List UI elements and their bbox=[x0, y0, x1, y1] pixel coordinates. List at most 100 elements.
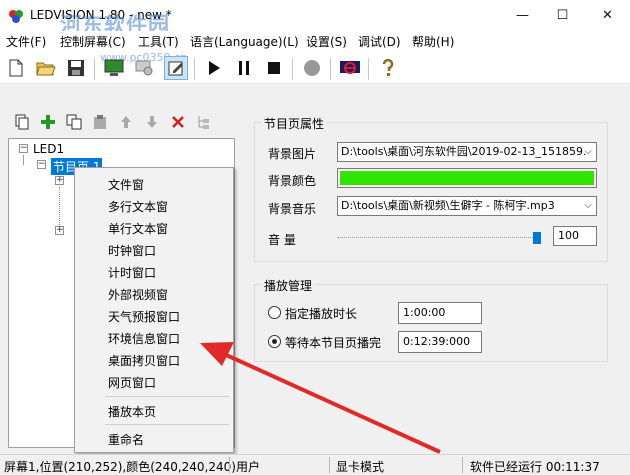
paste-button[interactable] bbox=[90, 112, 110, 132]
bg-music-label: 背景音乐 bbox=[268, 202, 317, 216]
tree-line bbox=[59, 187, 60, 227]
ctx-single-line-text-window[interactable]: 单行文本窗 bbox=[108, 220, 168, 237]
edit-icon bbox=[168, 61, 183, 76]
bg-image-label: 背景图片 bbox=[268, 147, 317, 161]
menu-help[interactable]: 帮助(H) bbox=[412, 33, 454, 50]
tree-expander-child[interactable]: + bbox=[55, 176, 64, 185]
menu-file[interactable]: 文件(F) bbox=[6, 33, 46, 50]
edit-button[interactable] bbox=[164, 56, 188, 80]
volume-track bbox=[337, 237, 541, 239]
bg-music-select[interactable]: D:\tools\桌面\新视频\生僻字 - 陈柯宇.mp3 ⌵ bbox=[337, 196, 597, 216]
add-button[interactable] bbox=[38, 112, 58, 132]
pause-icon bbox=[239, 61, 249, 75]
volume-label: 音 量 bbox=[268, 233, 296, 247]
tree-expander-page[interactable]: − bbox=[37, 160, 46, 169]
new-page-icon bbox=[15, 114, 29, 130]
volume-slider[interactable] bbox=[337, 232, 545, 244]
help-button[interactable] bbox=[376, 56, 400, 80]
volume-input[interactable]: 100 bbox=[553, 226, 597, 246]
ctx-desktop-copy-window[interactable]: 桌面拷贝窗口 bbox=[108, 352, 180, 369]
paste-icon bbox=[94, 115, 106, 129]
ctx-timer-window[interactable]: 计时窗口 bbox=[108, 264, 156, 281]
monitor-off-button[interactable] bbox=[338, 56, 362, 80]
record-icon bbox=[304, 60, 320, 76]
ctx-clock-window[interactable]: 时钟窗口 bbox=[108, 242, 156, 259]
volume-thumb[interactable] bbox=[533, 232, 541, 244]
tree-node-led1[interactable]: LED1 bbox=[33, 142, 64, 156]
stop-icon bbox=[268, 62, 280, 74]
save-button[interactable] bbox=[64, 56, 88, 80]
bg-color-swatch[interactable] bbox=[337, 168, 597, 188]
annotation-arrow-icon bbox=[200, 342, 441, 454]
toolbar-separator bbox=[94, 58, 95, 80]
screen-button[interactable] bbox=[102, 56, 126, 80]
tree-expander-root[interactable]: − bbox=[19, 144, 28, 153]
ctx-environment-window[interactable]: 环境信息窗口 bbox=[108, 330, 180, 347]
copy-icon bbox=[66, 114, 82, 130]
bg-music-value: D:\tools\桌面\新视频\生僻字 - 陈柯宇.mp3 bbox=[341, 199, 555, 212]
tree-toolbar bbox=[8, 112, 218, 134]
menu-settings[interactable]: 设置(S) bbox=[306, 33, 347, 50]
ctx-rename[interactable]: 重命名 bbox=[108, 431, 144, 448]
playback-title: 播放管理 bbox=[261, 277, 316, 294]
copy-button[interactable] bbox=[64, 112, 84, 132]
close-button[interactable]: ✕ bbox=[585, 0, 630, 31]
ctx-weather-window[interactable]: 天气预报窗口 bbox=[108, 308, 180, 325]
tree-structure-icon bbox=[198, 116, 209, 129]
duration-input[interactable]: 1:00:00 bbox=[398, 302, 482, 324]
menu-control-screen[interactable]: 控制屏幕(C) bbox=[60, 33, 126, 50]
bg-image-select[interactable]: D:\tools\桌面\河东软件园\2019-02-13_151859. ⌵ bbox=[337, 142, 597, 162]
bg-color-fill bbox=[340, 171, 594, 185]
record-button[interactable] bbox=[300, 56, 324, 80]
menu-language[interactable]: 语言(Language)(L) bbox=[190, 33, 299, 50]
status-runtime: 软件已经运行 00:11:37 bbox=[470, 460, 600, 474]
main-toolbar: www.pc0359.cn bbox=[0, 51, 630, 84]
ctx-multiline-text-window[interactable]: 多行文本窗 bbox=[108, 198, 168, 215]
tree-line bbox=[23, 155, 24, 165]
screen-settings-button[interactable] bbox=[132, 56, 156, 80]
pause-button[interactable] bbox=[232, 56, 256, 80]
move-up-icon bbox=[121, 116, 131, 128]
add-icon bbox=[41, 115, 55, 129]
tree-structure-button[interactable] bbox=[194, 112, 214, 132]
new-file-icon bbox=[9, 59, 23, 77]
toolbar-separator bbox=[194, 58, 195, 80]
delete-icon bbox=[172, 116, 184, 128]
bg-image-value: D:\tools\桌面\河东软件园\2019-02-13_151859. bbox=[341, 145, 587, 158]
page-properties-title: 节目页属性 bbox=[261, 115, 328, 132]
help-icon bbox=[382, 59, 394, 76]
chevron-down-icon: ⌵ bbox=[584, 146, 592, 157]
delete-button[interactable] bbox=[168, 112, 188, 132]
app-logo-icon bbox=[9, 10, 23, 23]
new-page-button[interactable] bbox=[12, 112, 32, 132]
menu-debug[interactable]: 调试(D) bbox=[358, 33, 401, 50]
status-separator bbox=[462, 457, 463, 473]
settings-icon bbox=[135, 60, 153, 76]
stop-button[interactable] bbox=[262, 56, 286, 80]
menu-tools[interactable]: 工具(T) bbox=[138, 33, 179, 50]
ctx-external-video-window[interactable]: 外部视频窗 bbox=[108, 286, 168, 303]
duration-label[interactable]: 指定播放时长 bbox=[285, 305, 357, 322]
status-bar: 屏幕1,位置(210,252),颜色(240,240,240) 用户 显卡模式 … bbox=[0, 454, 630, 475]
play-button[interactable] bbox=[202, 56, 226, 80]
move-down-button[interactable] bbox=[142, 112, 162, 132]
tree-expander-child[interactable]: + bbox=[55, 226, 64, 235]
bg-color-label: 背景颜色 bbox=[268, 174, 317, 188]
ctx-play-page[interactable]: 播放本页 bbox=[108, 403, 156, 420]
new-file-button[interactable] bbox=[4, 56, 28, 80]
open-button[interactable] bbox=[34, 56, 58, 80]
duration-radio[interactable] bbox=[268, 306, 281, 319]
status-user: 用户 bbox=[236, 460, 261, 474]
move-up-button[interactable] bbox=[116, 112, 136, 132]
status-screen-info: 屏幕1,位置(210,252),颜色(240,240,240) bbox=[4, 460, 236, 474]
status-separator bbox=[229, 457, 230, 473]
ctx-webpage-window[interactable]: 网页窗口 bbox=[108, 374, 156, 391]
toolbar-separator bbox=[330, 58, 331, 80]
screen-icon bbox=[104, 59, 124, 76]
status-mode: 显卡模式 bbox=[336, 460, 385, 474]
maximize-button[interactable]: ☐ bbox=[540, 0, 585, 31]
save-icon bbox=[68, 60, 84, 76]
title-bar: LEDVISION 1.80 - new * 河东软件园 — ☐ ✕ bbox=[0, 0, 630, 37]
ctx-file-window[interactable]: 文件窗 bbox=[108, 176, 144, 193]
minimize-button[interactable]: — bbox=[500, 0, 545, 31]
